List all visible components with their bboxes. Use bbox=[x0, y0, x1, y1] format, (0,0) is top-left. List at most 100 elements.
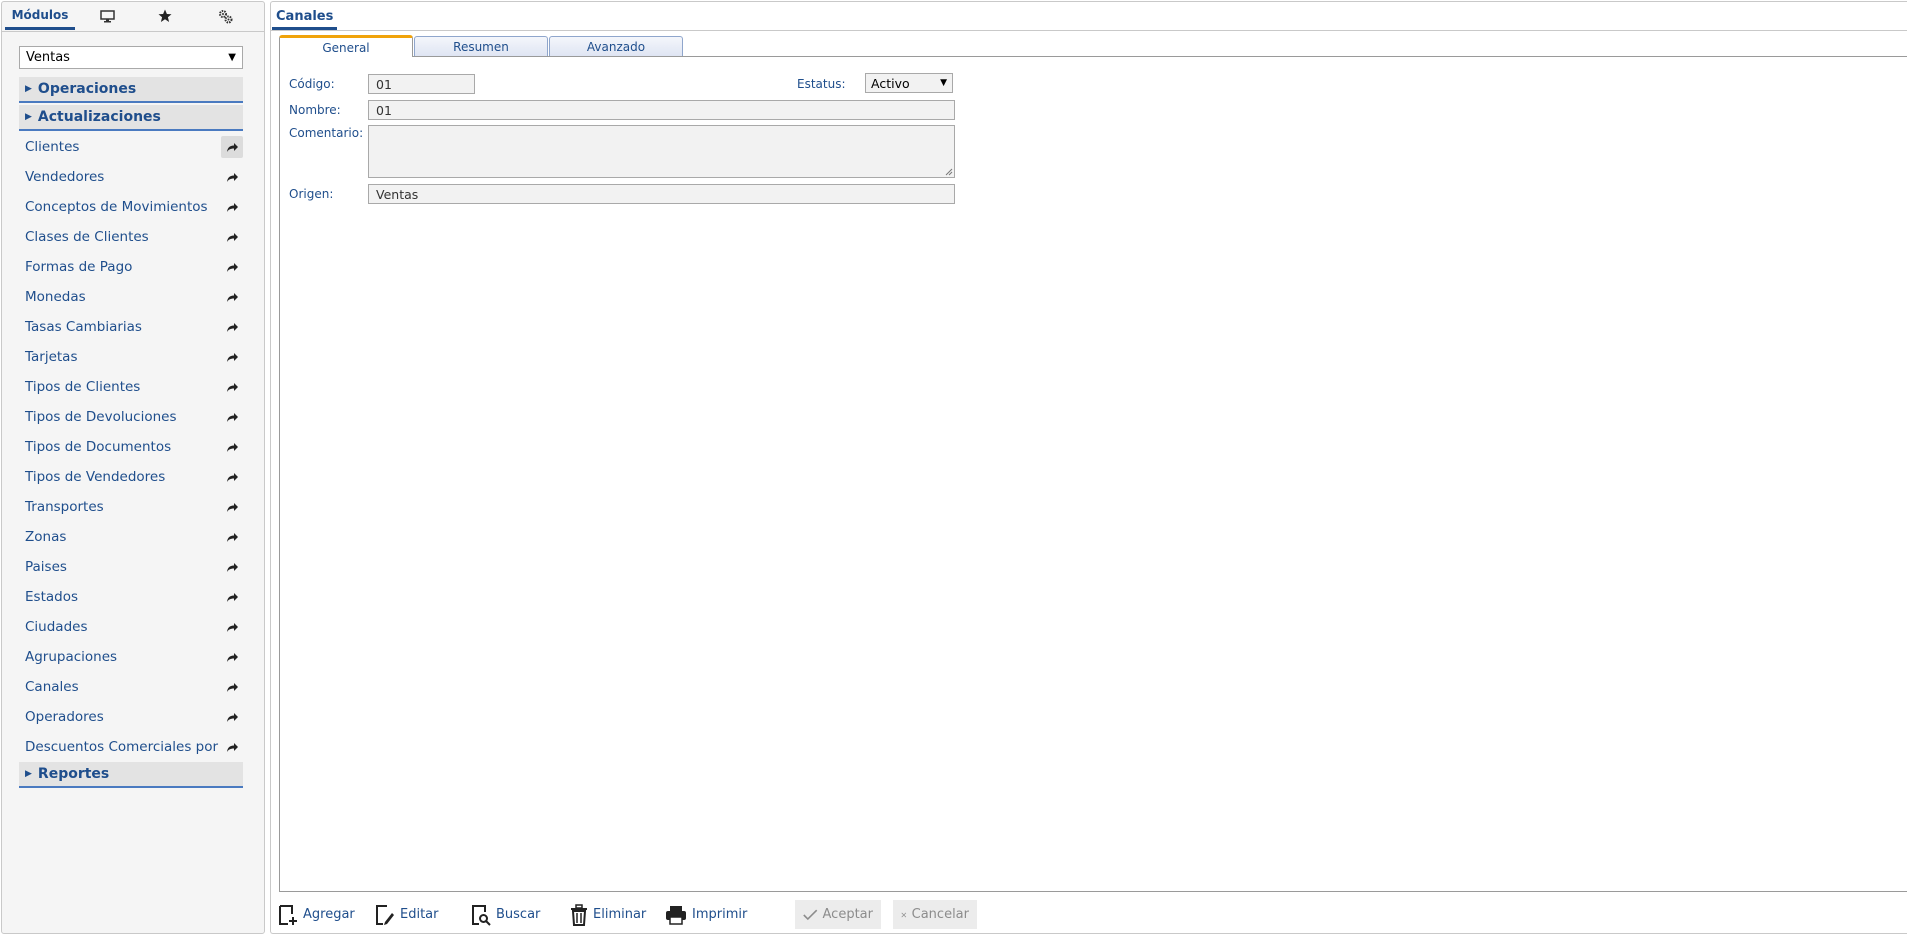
share-arrow-icon[interactable] bbox=[221, 226, 243, 248]
tab-general-label: General bbox=[322, 40, 370, 55]
search-document-icon bbox=[472, 904, 491, 926]
eliminar-label: Eliminar bbox=[593, 907, 647, 922]
caret-right-icon: ▶ bbox=[25, 84, 32, 94]
share-arrow-icon[interactable] bbox=[221, 526, 243, 548]
share-arrow-icon[interactable] bbox=[221, 466, 243, 488]
nav-item-label: Monedas bbox=[25, 289, 86, 305]
nav-item[interactable]: Conceptos de Movimientos bbox=[19, 194, 243, 220]
nav-item-label: Clientes bbox=[25, 139, 80, 155]
share-arrow-icon[interactable] bbox=[221, 166, 243, 188]
nav-item[interactable]: Tipos de Vendedores bbox=[19, 464, 243, 490]
comentario-textarea[interactable] bbox=[368, 125, 955, 178]
share-arrow-icon[interactable] bbox=[221, 736, 243, 758]
share-arrow-icon[interactable] bbox=[221, 676, 243, 698]
caret-right-icon: ▶ bbox=[25, 112, 32, 122]
form-content bbox=[279, 56, 1907, 892]
nav-item-label: Tipos de Clientes bbox=[25, 379, 141, 395]
buscar-button[interactable]: Buscar bbox=[471, 900, 540, 929]
eliminar-button[interactable]: Eliminar bbox=[570, 900, 646, 929]
share-arrow-icon[interactable] bbox=[221, 136, 243, 158]
nav-item[interactable]: Tasas Cambiarias bbox=[19, 314, 243, 340]
share-arrow-icon[interactable] bbox=[221, 286, 243, 308]
imprimir-button[interactable]: Imprimir bbox=[665, 900, 747, 929]
nav-item-label: Ciudades bbox=[25, 619, 88, 635]
cancelar-button[interactable]: Cancelar bbox=[893, 900, 977, 929]
nav-item[interactable]: Tarjetas bbox=[19, 344, 243, 370]
share-arrow-icon[interactable] bbox=[221, 586, 243, 608]
tab-favorites[interactable] bbox=[140, 2, 190, 30]
resize-grip-icon[interactable] bbox=[945, 168, 953, 176]
editar-button[interactable]: Editar bbox=[375, 900, 439, 929]
section-actualizaciones-label: Actualizaciones bbox=[37, 109, 161, 125]
estatus-label: Estatus: bbox=[797, 77, 846, 91]
nav-item[interactable]: Formas de Pago bbox=[19, 254, 243, 280]
tab-avanzado-label: Avanzado bbox=[586, 39, 646, 54]
nombre-value: 01 bbox=[376, 102, 392, 118]
share-arrow-icon[interactable] bbox=[221, 706, 243, 728]
nav-item[interactable]: Transportes bbox=[19, 494, 243, 520]
cancelar-label: Cancelar bbox=[911, 907, 969, 922]
estatus-value: Activo bbox=[871, 75, 910, 91]
share-arrow-icon[interactable] bbox=[221, 406, 243, 428]
origen-input[interactable]: Ventas bbox=[368, 184, 955, 204]
aceptar-button[interactable]: Aceptar bbox=[795, 900, 881, 929]
nav-item[interactable]: Zonas bbox=[19, 524, 243, 550]
share-arrow-icon[interactable] bbox=[221, 556, 243, 578]
window-title-tab[interactable]: Canales bbox=[272, 5, 338, 30]
title-divider bbox=[271, 30, 1907, 31]
module-select-value: Ventas bbox=[26, 50, 70, 65]
left-panel-tabs: Módulos bbox=[2, 2, 264, 32]
share-arrow-icon[interactable] bbox=[221, 346, 243, 368]
nav-item[interactable]: Tipos de Devoluciones bbox=[19, 404, 243, 430]
origen-value: Ventas bbox=[376, 186, 419, 202]
share-arrow-icon[interactable] bbox=[221, 616, 243, 638]
nav-item[interactable]: Tipos de Documentos bbox=[19, 434, 243, 460]
tab-resumen[interactable]: Resumen bbox=[414, 36, 548, 56]
nav-item-label: Tipos de Vendedores bbox=[25, 469, 166, 485]
share-arrow-icon[interactable] bbox=[221, 196, 243, 218]
tab-resumen-label: Resumen bbox=[453, 39, 509, 54]
nav-item[interactable]: Estados bbox=[19, 584, 243, 610]
tab-modulos[interactable]: Módulos bbox=[5, 2, 75, 30]
gears-icon bbox=[218, 9, 232, 23]
section-reportes[interactable]: ▶ Reportes bbox=[19, 762, 243, 788]
agregar-button[interactable]: Agregar bbox=[278, 900, 355, 929]
tab-desktop[interactable] bbox=[82, 2, 132, 30]
nav-item-label: Transportes bbox=[25, 499, 104, 515]
nav-item-label: Agrupaciones bbox=[25, 649, 118, 665]
tab-settings[interactable] bbox=[200, 2, 250, 30]
nav-item[interactable]: Tipos de Clientes bbox=[19, 374, 243, 400]
estatus-select[interactable]: Activo ▼ bbox=[865, 73, 953, 93]
section-operaciones-label: Operaciones bbox=[37, 81, 137, 97]
nav-item[interactable]: Operadores bbox=[19, 704, 243, 730]
share-arrow-icon[interactable] bbox=[221, 256, 243, 278]
codigo-input[interactable]: 01 bbox=[368, 74, 475, 94]
nav-item[interactable]: Clientes bbox=[19, 134, 243, 160]
share-arrow-icon[interactable] bbox=[221, 316, 243, 338]
nav-item[interactable]: Descuentos Comerciales por Vendedor bbox=[19, 734, 243, 760]
share-arrow-icon[interactable] bbox=[221, 496, 243, 518]
nav-item[interactable]: Clases de Clientes bbox=[19, 224, 243, 250]
share-arrow-icon[interactable] bbox=[221, 436, 243, 458]
tab-avanzado[interactable]: Avanzado bbox=[549, 36, 683, 56]
nombre-input[interactable]: 01 bbox=[368, 100, 955, 120]
module-select[interactable]: Ventas ▼ bbox=[19, 46, 243, 69]
nav-item[interactable]: Vendedores bbox=[19, 164, 243, 190]
nav-item[interactable]: Canales bbox=[19, 674, 243, 700]
nav-item[interactable]: Agrupaciones bbox=[19, 644, 243, 670]
nombre-label: Nombre: bbox=[289, 103, 341, 117]
origen-label: Origen: bbox=[289, 187, 334, 201]
trash-icon bbox=[571, 903, 587, 926]
buscar-label: Buscar bbox=[496, 907, 541, 922]
section-operaciones[interactable]: ▶ Operaciones bbox=[19, 77, 243, 103]
tab-general[interactable]: General bbox=[279, 35, 413, 57]
nav-item[interactable]: Monedas bbox=[19, 284, 243, 310]
nav-item[interactable]: Paises bbox=[19, 554, 243, 580]
share-arrow-icon[interactable] bbox=[221, 376, 243, 398]
star-icon bbox=[158, 9, 172, 22]
nav-item[interactable]: Ciudades bbox=[19, 614, 243, 640]
add-document-icon bbox=[279, 904, 297, 925]
editar-label: Editar bbox=[400, 907, 439, 922]
share-arrow-icon[interactable] bbox=[221, 646, 243, 668]
section-actualizaciones[interactable]: ▶ Actualizaciones bbox=[19, 105, 243, 131]
